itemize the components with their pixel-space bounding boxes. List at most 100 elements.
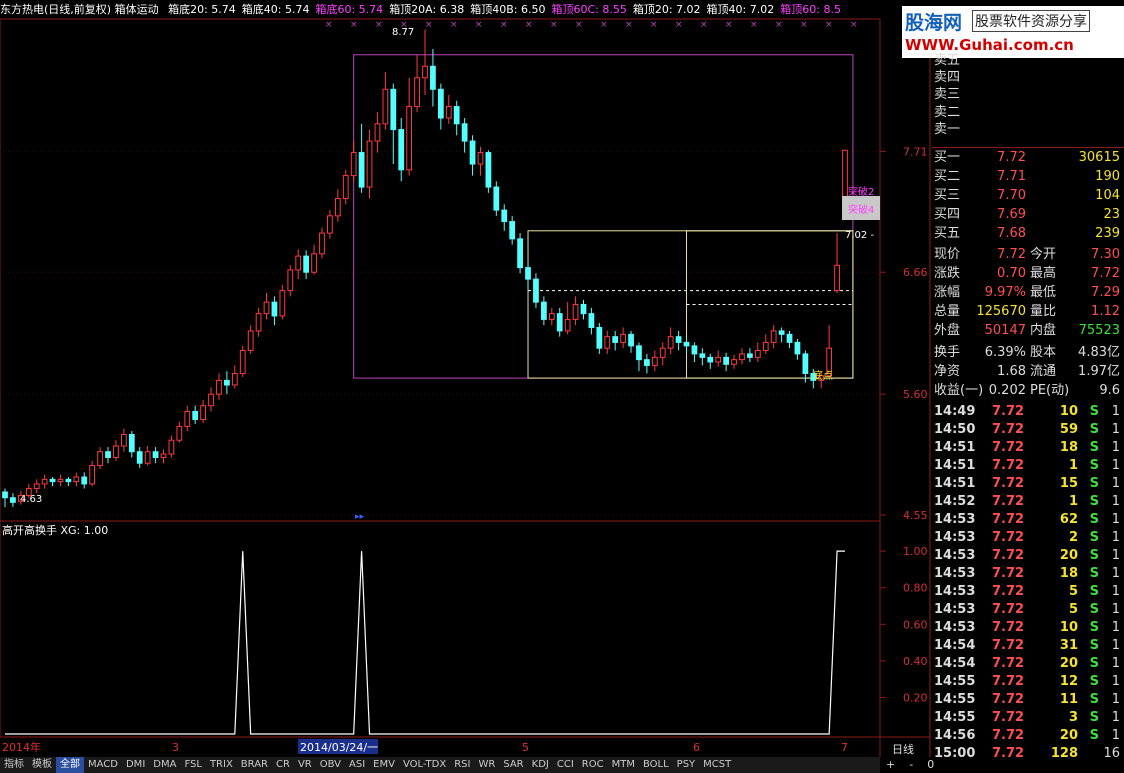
indicator-title: 高开高换手 XG: 1.00 [2, 523, 108, 537]
orderbook-divider [932, 147, 1124, 148]
buy-order-price: 7.71 [997, 169, 1026, 184]
buy-order-row[interactable]: 买五 7.68 239 [932, 225, 1122, 243]
buy-order-row[interactable]: 买二 7.71 190 [932, 168, 1122, 186]
tick-row[interactable]: 14:55 7.72 12 S 1 [932, 673, 1124, 691]
tick-row[interactable]: 14:52 7.72 1 S 1 [932, 493, 1124, 511]
tab-kdj[interactable]: KDJ [528, 757, 553, 773]
chart-header: 东方热电(日线,前复权) 箱体运动 箱底20: 5.74 箱底40: 5.74 箱底… [0, 2, 853, 18]
tab-asi[interactable]: ASI [345, 757, 369, 773]
tick-row[interactable]: 14:51 7.72 15 S 1 [932, 475, 1124, 493]
candle-body [184, 410, 191, 427]
sell-order-row[interactable]: 卖五 [932, 52, 1122, 70]
quote-row: 涨跌 0.70 最高 7.72 [932, 265, 1122, 283]
tick-row[interactable]: 14:53 7.72 5 S 1 [932, 601, 1124, 619]
tab-指标[interactable]: 指标 [0, 757, 28, 773]
buy-order-row[interactable]: 买三 7.70 104 [932, 187, 1122, 205]
candle-body [414, 77, 420, 108]
candle-body [398, 129, 405, 171]
candle-body [572, 303, 579, 320]
tab-cr[interactable]: CR [272, 757, 294, 773]
tick-row[interactable]: 14:56 7.72 20 S 1 [932, 727, 1124, 745]
zoom-control[interactable]: + [886, 758, 895, 771]
tick-row[interactable]: 14:53 7.72 10 S 1 [932, 619, 1124, 637]
logo-slogan: 股票软件资源分享 [972, 10, 1090, 32]
tick-row[interactable]: 14:55 7.72 11 S 1 [932, 691, 1124, 709]
tab-brar[interactable]: BRAR [237, 757, 272, 773]
tab-fsl[interactable]: FSL [180, 757, 206, 773]
tick-row[interactable]: 14:51 7.72 18 S 1 [932, 439, 1124, 457]
tab-mcst[interactable]: MCST [699, 757, 735, 773]
tab-vr[interactable]: VR [294, 757, 316, 773]
tick-row[interactable]: 14:54 7.72 31 S 1 [932, 637, 1124, 655]
candle-body [422, 65, 428, 79]
tick-vol: 20 [1059, 728, 1078, 743]
tick-vol: 1 [1068, 494, 1078, 509]
sell-order-row[interactable]: 卖一 [932, 121, 1122, 139]
sell-order-row[interactable]: 卖二 [932, 104, 1122, 122]
site-logo[interactable]: 股海网 股票软件资源分享 WWW.Guhai.com.cn [902, 6, 1124, 58]
candle-body [160, 453, 167, 458]
tab-trix[interactable]: TRIX [206, 757, 237, 773]
tick-side: S [1089, 638, 1099, 653]
tick-price: 7.72 [992, 512, 1025, 527]
buy-order-row[interactable]: 买一 7.72 30615 [932, 149, 1122, 167]
buy-order-row[interactable]: 买四 7.69 23 [932, 206, 1122, 224]
tab-wr[interactable]: WR [474, 757, 499, 773]
sell-order-row[interactable]: 卖三 [932, 86, 1122, 104]
tab-mtm[interactable]: MTM [608, 757, 639, 773]
sell-order-row[interactable]: 卖四 [932, 69, 1122, 87]
tick-row[interactable]: 15:00 7.72 128 16 [932, 745, 1124, 763]
quote-panel: 现价 7.72 今开 7.30 涨跌 0.70 最高 7.72 涨幅 9.97% 最低 7.29 总量 1… [932, 246, 1124, 342]
tick-row[interactable]: 14:53 7.72 18 S 1 [932, 565, 1124, 583]
fundamental-value: 0.202 [988, 383, 1026, 398]
quote-value: 7.72 [997, 247, 1026, 262]
tick-vol: 15 [1059, 476, 1078, 491]
tick-row[interactable]: 14:49 7.72 10 S 1 [932, 403, 1124, 421]
quote-value: 75523 [1078, 323, 1120, 338]
tick-side: S [1089, 476, 1099, 491]
tick-price: 7.72 [992, 422, 1025, 437]
tab-vol-tdx[interactable]: VOL-TDX [399, 757, 450, 773]
tick-row[interactable]: 14:53 7.72 62 S 1 [932, 511, 1124, 529]
candle-body [168, 439, 175, 455]
buy-order-volume: 104 [1095, 188, 1120, 203]
tab-emv[interactable]: EMV [369, 757, 399, 773]
buy-order-volume: 23 [1103, 207, 1120, 222]
fundamental-label: 换手 [934, 345, 961, 360]
tab-模板[interactable]: 模板 [28, 757, 56, 773]
candle-body [10, 497, 16, 503]
tab-全部[interactable]: 全部 [56, 757, 84, 773]
candle-body [794, 341, 801, 355]
tick-side: S [1089, 512, 1099, 527]
tick-row[interactable]: 14:51 7.72 1 S 1 [932, 457, 1124, 475]
buy-order-price: 7.68 [997, 226, 1026, 241]
tab-macd[interactable]: MACD [84, 757, 122, 773]
tab-psy[interactable]: PSY [673, 757, 700, 773]
tab-sar[interactable]: SAR [499, 757, 527, 773]
candle-body [437, 88, 444, 119]
period-label[interactable]: 日线 [892, 741, 914, 757]
fundamental-label: 股本 [1030, 345, 1057, 360]
tick-row[interactable]: 14:50 7.72 59 S 1 [932, 421, 1124, 439]
tab-dmi[interactable]: DMI [122, 757, 149, 773]
tab-rsi[interactable]: RSI [450, 757, 474, 773]
tab-obv[interactable]: OBV [316, 757, 345, 773]
price-axis-label: 7.71 [903, 145, 928, 158]
tab-dma[interactable]: DMA [149, 757, 180, 773]
tick-row[interactable]: 14:53 7.72 2 S 1 [932, 529, 1124, 547]
tick-vol: 59 [1059, 422, 1078, 437]
tab-boll[interactable]: BOLL [639, 757, 673, 773]
tick-row[interactable]: 14:53 7.72 5 S 1 [932, 583, 1124, 601]
sell-order-label: 卖五 [934, 53, 961, 68]
tick-row[interactable]: 14:55 7.72 3 S 1 [932, 709, 1124, 727]
zoom-control[interactable]: - [909, 758, 913, 771]
tick-row[interactable]: 14:53 7.72 20 S 1 [932, 547, 1124, 565]
tick-time: 14:53 [934, 548, 976, 563]
zoom-control[interactable]: 0 [927, 758, 934, 771]
candle-body [651, 356, 658, 366]
tab-roc[interactable]: ROC [578, 757, 608, 773]
candle-body [152, 451, 159, 458]
tick-vol: 31 [1059, 638, 1078, 653]
tab-cci[interactable]: CCI [553, 757, 578, 773]
tick-row[interactable]: 14:54 7.72 20 S 1 [932, 655, 1124, 673]
